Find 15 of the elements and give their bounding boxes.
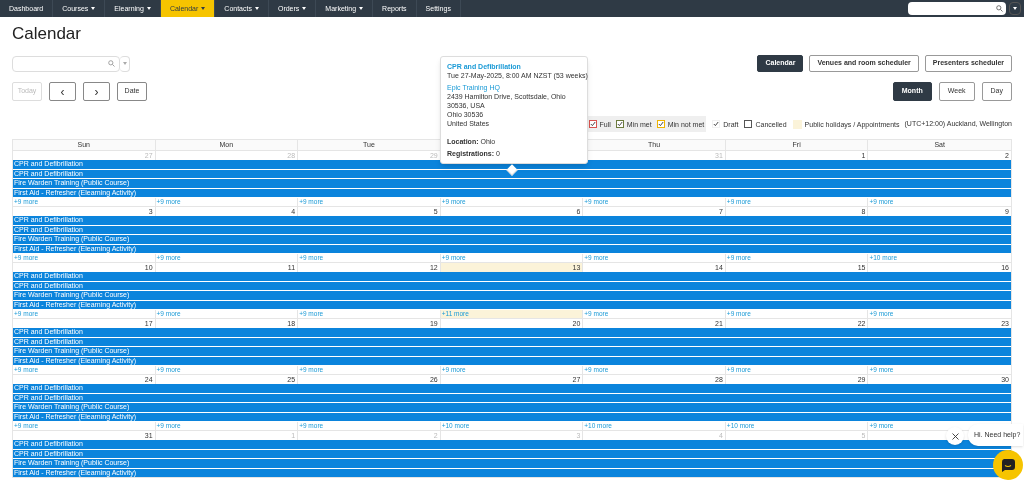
search-icon xyxy=(108,60,115,67)
caret-icon xyxy=(1013,7,1017,10)
page-title: Calendar xyxy=(12,24,81,44)
dropdown-button[interactable] xyxy=(1009,2,1021,15)
search-icon xyxy=(996,5,1003,12)
tooltip-pointer xyxy=(506,164,518,176)
caret-icon xyxy=(122,62,127,65)
nav-button[interactable]: › xyxy=(83,82,110,101)
chat-close-button[interactable] xyxy=(946,427,964,445)
close-icon xyxy=(951,432,959,440)
chat-launcher-toast[interactable] xyxy=(993,450,1023,480)
nav-button[interactable]: ‹ xyxy=(49,82,76,101)
search-field[interactable] xyxy=(908,2,1006,15)
chat-icon xyxy=(1001,458,1015,472)
search-field[interactable] xyxy=(12,55,120,72)
